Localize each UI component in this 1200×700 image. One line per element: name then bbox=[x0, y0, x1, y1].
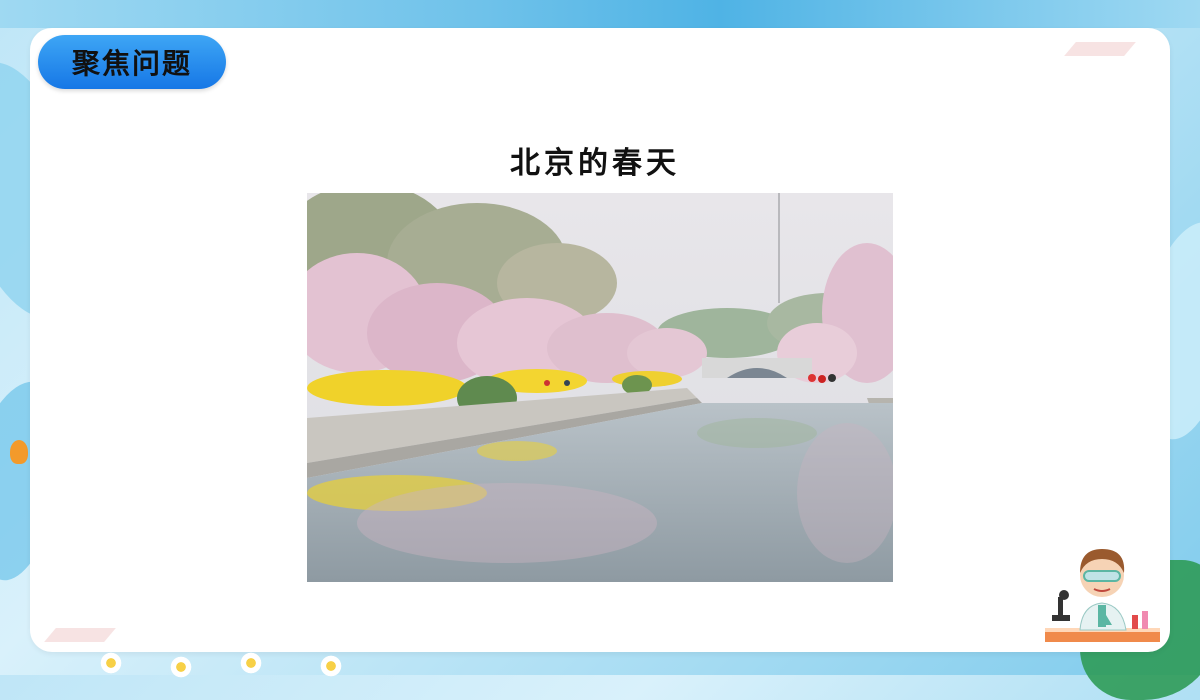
corner-decoration bbox=[44, 628, 116, 642]
corner-decoration bbox=[1064, 42, 1136, 56]
daisy-flower-icon bbox=[320, 655, 342, 677]
scientist-mascot-icon bbox=[1045, 549, 1160, 642]
daisy-flower-icon bbox=[240, 652, 262, 674]
page-title: 北京的春天 bbox=[510, 146, 680, 181]
focus-question-badge: 聚焦问题 bbox=[38, 35, 226, 89]
orange-flower-icon bbox=[10, 440, 28, 464]
badge-label: 聚焦问题 bbox=[71, 47, 192, 80]
daisy-flower-icon bbox=[100, 652, 122, 674]
top-decorative-stripe bbox=[0, 0, 1200, 28]
spring-canal-photo bbox=[307, 193, 893, 582]
